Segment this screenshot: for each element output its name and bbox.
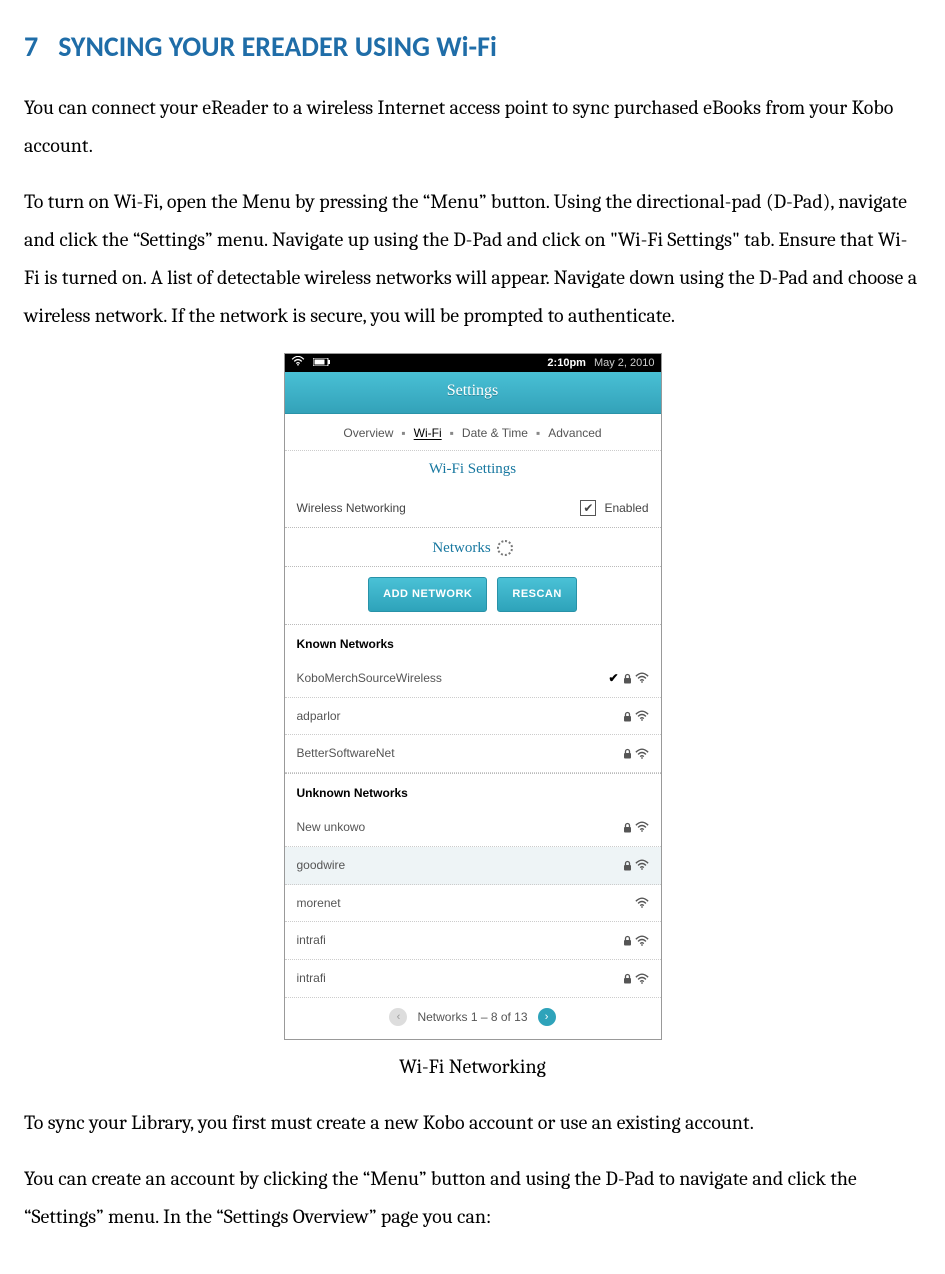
wireless-checkbox[interactable]: ✔ — [580, 500, 596, 516]
networks-heading: Networks — [285, 528, 661, 568]
wifi-signal-icon — [635, 973, 649, 985]
paragraph-1: You can connect your eReader to a wirele… — [24, 89, 921, 165]
status-bar: 2:10pm May 2, 2010 — [285, 354, 661, 372]
pager-text: Networks 1 – 8 of 13 — [417, 1006, 527, 1029]
wireless-toggle-label: Wireless Networking — [297, 497, 581, 520]
network-name: intrafi — [297, 967, 621, 990]
connected-check-icon: ✔ — [607, 667, 621, 690]
paragraph-3: To sync your Library, you first must cre… — [24, 1104, 921, 1142]
section-heading: 7 SYNCING YOUR EREADER USING Wi-Fi — [24, 20, 921, 73]
status-time: 2:10pm — [547, 353, 586, 374]
network-row[interactable]: intrafi — [285, 960, 661, 998]
wifi-signal-icon — [635, 935, 649, 947]
network-row[interactable]: New unkowo — [285, 809, 661, 847]
network-name: goodwire — [297, 854, 621, 877]
wifi-settings-label: Wi-Fi Settings — [285, 450, 661, 490]
wifi-signal-icon — [635, 897, 649, 909]
lock-icon — [621, 935, 635, 946]
wifi-signal-icon — [635, 859, 649, 871]
lock-icon — [621, 673, 635, 684]
pager-next-button[interactable]: › — [538, 1008, 556, 1026]
wireless-toggle-row[interactable]: Wireless Networking ✔ Enabled — [285, 490, 661, 528]
network-row[interactable]: KoboMerchSourceWireless✔ — [285, 660, 661, 698]
lock-icon — [621, 748, 635, 759]
wifi-status-icon — [291, 353, 305, 374]
network-row[interactable]: morenet — [285, 885, 661, 923]
wifi-signal-icon — [635, 710, 649, 722]
section-number: 7 — [24, 29, 38, 64]
settings-banner: Settings — [285, 372, 661, 413]
network-name: intrafi — [297, 929, 621, 952]
battery-icon — [313, 353, 331, 374]
lock-icon — [621, 711, 635, 722]
network-row[interactable]: intrafi — [285, 922, 661, 960]
status-date: May 2, 2010 — [594, 353, 655, 374]
rescan-button[interactable]: RESCAN — [497, 577, 576, 612]
network-name: New unkowo — [297, 816, 621, 839]
paragraph-2: To turn on Wi-Fi, open the Menu by press… — [24, 183, 921, 335]
wireless-state: Enabled — [604, 497, 648, 520]
lock-icon — [621, 822, 635, 833]
network-pager: ‹ Networks 1 – 8 of 13 › — [285, 998, 661, 1039]
network-row[interactable]: adparlor — [285, 698, 661, 736]
lock-icon — [621, 860, 635, 871]
wifi-signal-icon — [635, 821, 649, 833]
network-name: KoboMerchSourceWireless — [297, 667, 607, 690]
tab-wifi[interactable]: Wi-Fi — [414, 422, 442, 445]
paragraph-4: You can create an account by clicking th… — [24, 1160, 921, 1236]
wifi-signal-icon — [635, 748, 649, 760]
lock-icon — [621, 973, 635, 984]
known-networks-heading: Known Networks — [285, 624, 661, 660]
unknown-networks-heading: Unknown Networks — [285, 773, 661, 809]
network-row[interactable]: BetterSoftwareNet — [285, 735, 661, 773]
wifi-signal-icon — [635, 672, 649, 684]
tab-datetime[interactable]: Date & Time — [462, 422, 528, 445]
tab-advanced[interactable]: Advanced — [548, 422, 601, 445]
section-title: SYNCING YOUR EREADER USING Wi-Fi — [58, 29, 497, 64]
tab-overview[interactable]: Overview — [343, 422, 393, 445]
ereader-screenshot: 2:10pm May 2, 2010 Settings Overview ▪ W… — [284, 353, 662, 1040]
pager-prev-button[interactable]: ‹ — [389, 1008, 407, 1026]
add-network-button[interactable]: ADD NETWORK — [368, 577, 487, 612]
network-name: morenet — [297, 892, 621, 915]
settings-tabs: Overview ▪ Wi-Fi ▪ Date & Time ▪ Advance… — [285, 414, 661, 451]
screenshot-caption: Wi-Fi Networking — [24, 1048, 921, 1086]
network-name: adparlor — [297, 705, 621, 728]
network-row[interactable]: goodwire — [285, 847, 661, 885]
loading-spinner-icon — [497, 540, 513, 556]
network-name: BetterSoftwareNet — [297, 742, 621, 765]
